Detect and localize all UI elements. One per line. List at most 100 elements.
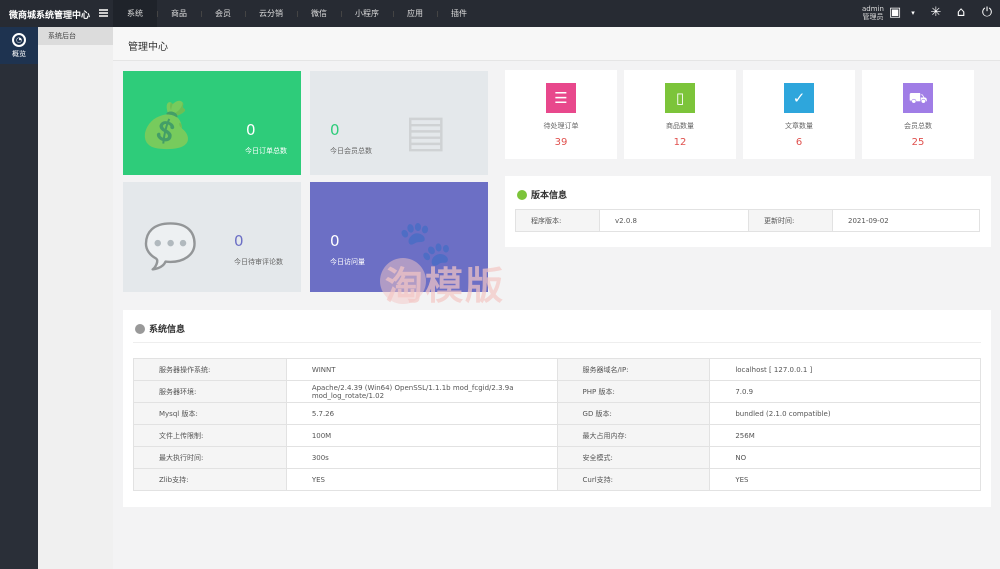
sidebar: ◔ 概览 bbox=[0, 27, 38, 569]
tile-pending-comments: 💬 0 今日待审评论数 bbox=[123, 182, 301, 292]
document-icon: ▤ bbox=[405, 106, 447, 157]
tile-label: 今日访问量 bbox=[330, 258, 365, 266]
tile-label: 今日订单总数 bbox=[245, 147, 287, 155]
stat-value: 12 bbox=[673, 137, 687, 148]
user-menu[interactable]: admin 管理员 bbox=[862, 5, 884, 21]
cell-value: NO bbox=[709, 446, 981, 469]
cell-value: 100M bbox=[285, 424, 558, 447]
panel-title: 版本信息 bbox=[531, 191, 568, 201]
stat-label: 会员总数 bbox=[904, 122, 932, 130]
nav-item-distribution[interactable]: 云分销 bbox=[245, 0, 297, 27]
table-row: 程序版本: v2.0.8 更新时间: 2021-09-02 bbox=[515, 209, 980, 232]
stat-label: 待处理订单 bbox=[543, 122, 579, 130]
nav-item-member[interactable]: 会员 bbox=[201, 0, 245, 27]
tile-label: 今日待审评论数 bbox=[234, 258, 283, 266]
stat-article-count[interactable]: ✓ 文章数量 6 bbox=[743, 70, 855, 159]
cell-key: 安全模式: bbox=[556, 446, 711, 469]
tile-value: 0 bbox=[330, 232, 340, 250]
cell-value: Apache/2.4.39 (Win64) OpenSSL/1.1.1b mod… bbox=[285, 380, 558, 403]
cell-key: 最大占用内存: bbox=[556, 424, 711, 447]
cell-value: 256M bbox=[709, 424, 981, 447]
system-info-table: 服务器操作系统: WINNT 服务器域名/IP: localhost [ 127.0.… bbox=[133, 358, 981, 491]
cell-key: 服务器环境: bbox=[133, 380, 287, 403]
sidebar-item-label: 概览 bbox=[12, 50, 26, 58]
power-icon[interactable]: ⏻ bbox=[979, 5, 995, 21]
stat-label: 文章数量 bbox=[785, 122, 813, 130]
cell-key: GD 版本: bbox=[556, 402, 711, 425]
clipboard-check-icon: ✓ bbox=[784, 83, 814, 113]
version-icon bbox=[517, 189, 527, 200]
table-row: 服务器环境: Apache/2.4.39 (Win64) OpenSSL/1.1.… bbox=[133, 380, 981, 403]
table-row: Mysql 版本: 5.7.26 GD 版本: bundled (2.1.0 comp… bbox=[133, 402, 981, 425]
cell-key: 更新时间: bbox=[748, 209, 833, 232]
nav-item-wechat[interactable]: 微信 bbox=[297, 0, 341, 27]
chevron-down-icon[interactable]: ▾ bbox=[905, 5, 921, 21]
cell-key: 服务器操作系统: bbox=[133, 358, 287, 381]
table-row: 最大执行时间: 300s 安全模式: NO bbox=[133, 446, 981, 469]
chat-bubble-icon: 💬 bbox=[143, 221, 198, 272]
user-role: 管理员 bbox=[862, 13, 884, 21]
stat-goods-count[interactable]: ▯ 商品数量 12 bbox=[624, 70, 736, 159]
tile-today-orders: 💰 0 今日订单总数 bbox=[123, 71, 301, 175]
submenu: 系统后台 bbox=[38, 27, 113, 569]
cell-key: 最大执行时间: bbox=[133, 446, 287, 469]
home-icon[interactable]: ⌂ bbox=[953, 5, 969, 21]
cell-key: 程序版本: bbox=[515, 209, 600, 232]
cell-value: v2.0.8 bbox=[599, 209, 749, 232]
notebook-icon: ▯ bbox=[665, 83, 695, 113]
nav-item-system[interactable]: 系统 bbox=[113, 0, 157, 27]
tile-value: 0 bbox=[234, 232, 244, 250]
user-card-icon[interactable]: ▣ bbox=[887, 5, 903, 21]
nav-item-goods[interactable]: 商品 bbox=[157, 0, 201, 27]
menu-toggle-icon[interactable] bbox=[99, 9, 108, 17]
page-header: 管理中心 bbox=[113, 27, 1000, 61]
stat-label: 商品数量 bbox=[666, 122, 694, 130]
cell-value: YES bbox=[285, 468, 558, 491]
stat-value: 6 bbox=[795, 137, 803, 148]
version-panel: 版本信息 程序版本: v2.0.8 更新时间: 2021-09-02 bbox=[505, 176, 991, 247]
cell-key: Curl支持: bbox=[556, 468, 711, 491]
cell-value: localhost [ 127.0.0.1 ] bbox=[709, 358, 981, 381]
cell-value: WINNT bbox=[285, 358, 558, 381]
cell-value: 5.7.26 bbox=[285, 402, 558, 425]
cell-key: 文件上传限制: bbox=[133, 424, 287, 447]
money-bag-icon: 💰 bbox=[139, 100, 194, 151]
version-table: 程序版本: v2.0.8 更新时间: 2021-09-02 bbox=[515, 209, 980, 232]
sidebar-item-overview[interactable]: ◔ 概览 bbox=[0, 27, 38, 64]
tile-today-members: ▤ 0 今日会员总数 bbox=[310, 71, 488, 175]
system-info-panel: 系统信息 服务器操作系统: WINNT 服务器域名/IP: localhost [ 1… bbox=[123, 310, 991, 507]
apps-icon[interactable]: ✳ bbox=[928, 5, 944, 21]
cell-key: Zlib支持: bbox=[133, 468, 287, 491]
submenu-item-system-backend[interactable]: 系统后台 bbox=[38, 27, 113, 45]
nav-item-miniprogram[interactable]: 小程序 bbox=[341, 0, 393, 27]
user-name: admin bbox=[862, 5, 884, 13]
nav-item-plugins[interactable]: 插件 bbox=[437, 0, 481, 27]
main-nav: 系统 商品 会员 云分销 微信 小程序 应用 插件 bbox=[113, 0, 481, 27]
table-row: 服务器操作系统: WINNT 服务器域名/IP: localhost [ 127.0.… bbox=[133, 358, 981, 381]
table-row: 文件上传限制: 100M 最大占用内存: 256M bbox=[133, 424, 981, 447]
cell-key: Mysql 版本: bbox=[133, 402, 287, 425]
dashboard-icon: ◔ bbox=[12, 33, 26, 47]
tile-label: 今日会员总数 bbox=[330, 147, 372, 155]
gear-icon bbox=[135, 323, 145, 334]
truck-icon: ⛟ bbox=[903, 83, 933, 113]
top-bar: 微商城系统管理中心 系统 商品 会员 云分销 微信 小程序 应用 插件 admi… bbox=[0, 0, 1000, 27]
tile-value: 0 bbox=[246, 121, 256, 139]
watermark: 淘模版 bbox=[385, 264, 506, 308]
nav-item-apps[interactable]: 应用 bbox=[393, 0, 437, 27]
stat-member-count[interactable]: ⛟ 会员总数 25 bbox=[862, 70, 974, 159]
order-document-icon: ☰ bbox=[546, 83, 576, 113]
table-row: Zlib支持: YES Curl支持: YES bbox=[133, 468, 981, 491]
cell-value: 7.0.9 bbox=[709, 380, 981, 403]
stat-value: 39 bbox=[554, 137, 568, 148]
cell-key: PHP 版本: bbox=[556, 380, 711, 403]
stat-value: 25 bbox=[911, 137, 925, 148]
cell-key: 服务器域名/IP: bbox=[556, 358, 711, 381]
stat-pending-orders[interactable]: ☰ 待处理订单 39 bbox=[505, 70, 617, 159]
app-title: 微商城系统管理中心 bbox=[9, 11, 91, 21]
panel-title: 系统信息 bbox=[149, 325, 186, 335]
page-title: 管理中心 bbox=[128, 42, 168, 53]
cell-value: 2021-09-02 bbox=[832, 209, 980, 232]
cell-value: bundled (2.1.0 compatible) bbox=[709, 402, 981, 425]
tile-value: 0 bbox=[330, 121, 340, 139]
